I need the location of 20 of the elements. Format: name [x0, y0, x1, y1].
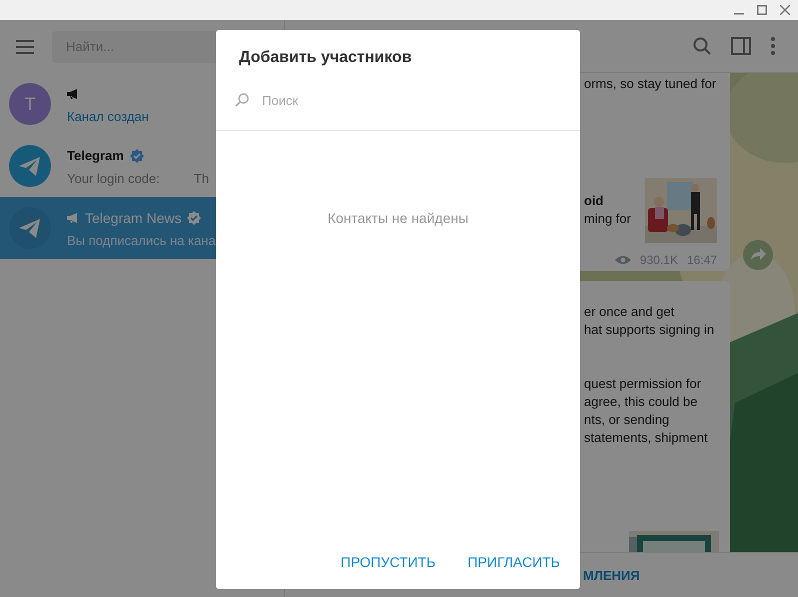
- chat-item[interactable]: Telegram Your login code: Th: [0, 135, 284, 197]
- search-icon: [235, 93, 249, 107]
- dialog-button[interactable]: ПРИГЛАСИТЬ: [468, 554, 560, 570]
- maximize-icon[interactable]: [757, 5, 767, 15]
- chat-preview: Th: [194, 170, 209, 186]
- chat-name: Telegram: [67, 148, 124, 163]
- close-icon[interactable]: [780, 5, 790, 15]
- avatar: T: [9, 83, 51, 125]
- chat-name: Telegram News: [85, 210, 182, 226]
- dialog-button[interactable]: ПРОПУСТИТЬ: [340, 554, 436, 570]
- bottom-action-button[interactable]: МЛЕНИЯ: [583, 568, 640, 582]
- paper-plane-avatar-icon: [9, 145, 51, 187]
- chat-preview: Your login code:: [67, 170, 160, 186]
- menu-icon[interactable]: [16, 40, 34, 54]
- more-icon[interactable]: [771, 37, 775, 55]
- chat-preview: Канал создан: [67, 108, 149, 124]
- paper-plane-avatar-icon: [9, 207, 51, 249]
- search-icon[interactable]: [693, 37, 711, 55]
- chat-preview: Вы подписались на кана: [67, 232, 216, 248]
- side-panel-icon[interactable]: [731, 37, 751, 55]
